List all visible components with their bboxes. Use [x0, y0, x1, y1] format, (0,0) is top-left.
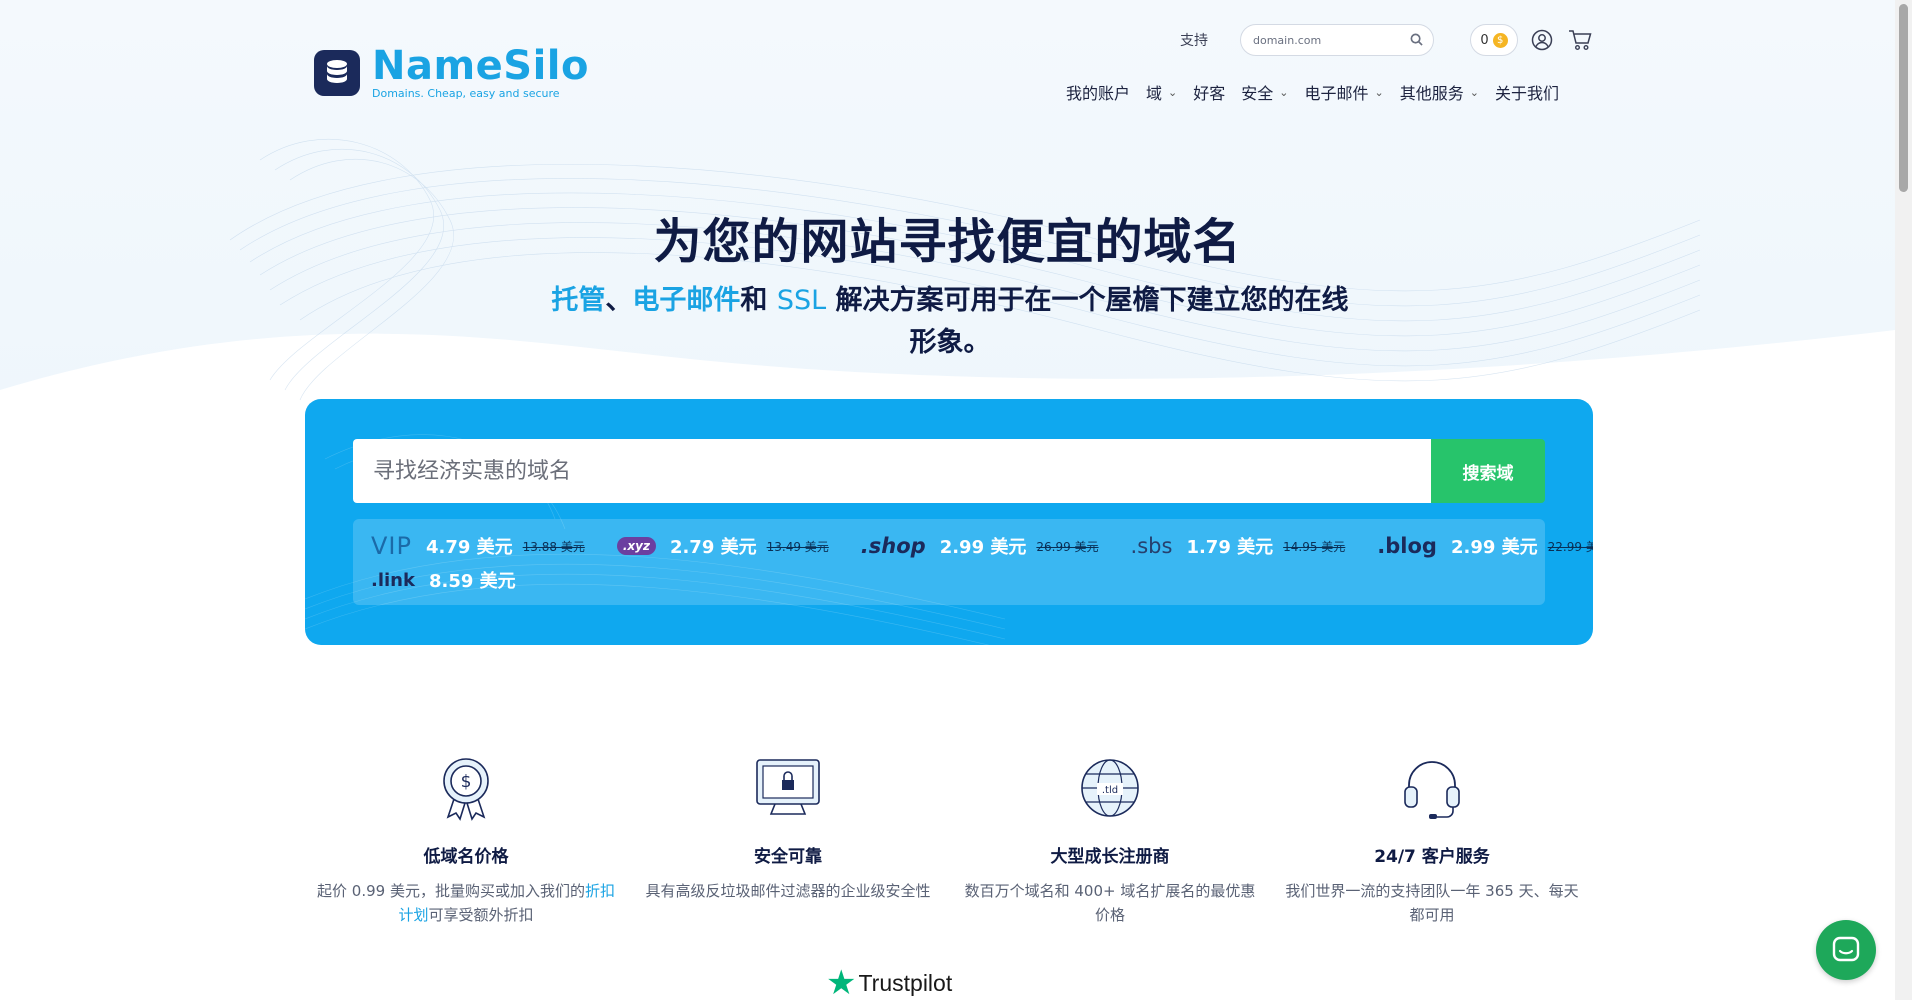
feature-list: $ 低域名价格 起价 0.99 美元，批量购买或加入我们的折扣计划可享受额外折扣… — [305, 752, 1593, 927]
nav-my-account[interactable]: 我的账户 — [1066, 80, 1130, 104]
blog-logo-icon: .blog — [1377, 534, 1437, 558]
chevron-down-icon: ⌄ — [1469, 85, 1479, 99]
svg-text:$: $ — [461, 772, 472, 792]
nav-other-services[interactable]: 其他服务 ⌄ — [1400, 80, 1479, 104]
tld-old-price: 14.95 美元 — [1283, 539, 1346, 554]
header-search-input[interactable] — [1253, 33, 1403, 47]
nav-domains[interactable]: 域 ⌄ — [1146, 80, 1177, 104]
domain-search-bar: 搜索域 — [353, 439, 1545, 503]
account-credit[interactable]: 0 $ — [1470, 24, 1518, 56]
feature-support: 24/7 客户服务 我们世界一流的支持团队一年 365 天、每天都可用 — [1271, 752, 1593, 927]
tld-old-price: 13.49 美元 — [766, 539, 829, 554]
feature-security: 安全可靠 具有高级反垃圾邮件过滤器的企业级安全性 — [627, 752, 949, 927]
email-link[interactable]: 电子邮件 — [632, 285, 740, 316]
trustpilot-logo[interactable]: ★ Trustpilot — [826, 966, 952, 1000]
tld-price: 4.79 美元 — [425, 537, 513, 558]
tld-price: 2.79 美元 — [669, 537, 757, 558]
main-nav: 我的账户 域 ⌄ 好客 安全 ⌄ 电子邮件 ⌄ 其他服务 ⌄ 关于我们 — [1066, 80, 1559, 104]
tld-link[interactable]: .link 8.59 美元 — [371, 567, 526, 593]
tld-old-price: 22.99 美元 — [1547, 539, 1593, 554]
feature-desc: 具有高级反垃圾邮件过滤器的企业级安全性 — [645, 882, 931, 900]
feature-registrar: .tld 大型成长注册商 数百万个域名和 400+ 域名扩展名的最优惠价格 — [949, 752, 1271, 927]
credit-balance: 0 — [1480, 32, 1489, 48]
tld-shop[interactable]: .shop 2.99 美元 26.99 美元 — [861, 533, 1099, 559]
logo-database-icon — [314, 50, 360, 96]
tld-xyz[interactable]: .xyz 2.79 美元 13.49 美元 — [616, 533, 829, 559]
hosting-link[interactable]: 托管 — [551, 285, 605, 316]
utility-bar: 支持 0 $ — [1180, 24, 1594, 56]
sbs-logo-icon: .sbs — [1130, 534, 1173, 558]
search-domain-button[interactable]: 搜索域 — [1431, 439, 1545, 503]
chevron-down-icon: ⌄ — [1168, 85, 1178, 99]
logo-tagline: Domains. Cheap, easy and secure — [372, 87, 560, 100]
header-search — [1240, 24, 1434, 56]
secure-lock-icon — [752, 752, 824, 824]
hero-subtitle: 托管、电子邮件和 SSL 解决方案可用于在一个屋檐下建立您的在线形象。 — [551, 285, 1349, 358]
hero-title: 为您的网站寻找便宜的域名 — [653, 214, 1242, 270]
globe-tld-icon: .tld — [1074, 752, 1146, 824]
tld-price: 2.99 美元 — [1450, 537, 1538, 558]
nav-security[interactable]: 安全 ⌄ — [1241, 80, 1288, 104]
scrollbar-thumb[interactable] — [1899, 4, 1908, 192]
chevron-down-icon: ⌄ — [1279, 85, 1289, 99]
headset-icon — [1396, 752, 1468, 824]
cart-icon[interactable] — [1566, 26, 1594, 54]
tld-old-price: 26.99 美元 — [1036, 539, 1099, 554]
chat-widget-button[interactable] — [1816, 920, 1876, 980]
tld-price: 8.59 美元 — [428, 571, 516, 592]
link-logo-icon: .link — [371, 569, 415, 591]
ssl-link[interactable]: SSL — [777, 285, 826, 316]
coin-icon: $ — [1492, 32, 1508, 48]
nav-email[interactable]: 电子邮件 ⌄ — [1305, 80, 1384, 104]
brand-logo[interactable]: NameSilo Domains. Cheap, easy and secure — [314, 46, 589, 100]
tld-price-list: VIP 4.79 美元 13.88 美元 .xyz 2.79 美元 13.49 … — [353, 519, 1593, 605]
feature-title: 低域名价格 — [423, 847, 509, 867]
tld-sbs[interactable]: .sbs 1.79 美元 14.95 美元 — [1131, 533, 1346, 559]
search-icon[interactable] — [1410, 31, 1423, 50]
feature-title: 安全可靠 — [754, 847, 822, 867]
domain-search-input[interactable] — [353, 439, 1431, 503]
domain-search-panel: 搜索域 VIP 4.79 美元 13.88 美元 .xyz 2.79 美元 13… — [305, 399, 1593, 645]
price-badge-icon: $ — [430, 752, 502, 824]
feature-title: 24/7 客户服务 — [1374, 847, 1490, 867]
vip-logo-icon: VIP — [371, 532, 412, 560]
tld-blog[interactable]: .blog 2.99 美元 22.99 美元 — [1377, 533, 1593, 559]
chat-icon — [1832, 936, 1860, 962]
logo-name: NameSilo — [372, 43, 589, 89]
feature-desc: 我们世界一流的支持团队一年 365 天、每天都可用 — [1285, 882, 1579, 924]
trustpilot-star-icon: ★ — [826, 963, 857, 1000]
tld-vip[interactable]: VIP 4.79 美元 13.88 美元 — [371, 532, 585, 560]
tld-price: 1.79 美元 — [1186, 537, 1274, 558]
xyz-logo-icon: .xyz — [616, 537, 656, 555]
hero-background — [0, 0, 1895, 760]
feature-low-price: $ 低域名价格 起价 0.99 美元，批量购买或加入我们的折扣计划可享受额外折扣 — [305, 752, 627, 927]
feature-title: 大型成长注册商 — [1050, 847, 1170, 867]
tld-price: 2.99 美元 — [939, 537, 1027, 558]
svg-text:.tld: .tld — [1102, 785, 1118, 796]
user-icon[interactable] — [1528, 26, 1556, 54]
chevron-down-icon: ⌄ — [1374, 85, 1384, 99]
shop-logo-icon: .shop — [860, 534, 926, 558]
page-scrollbar[interactable] — [1895, 0, 1912, 1000]
support-link[interactable]: 支持 — [1180, 30, 1208, 50]
feature-desc: 数百万个域名和 400+ 域名扩展名的最优惠价格 — [964, 882, 1256, 924]
trustpilot-label: Trustpilot — [858, 969, 953, 996]
nav-about-us[interactable]: 关于我们 — [1495, 80, 1559, 104]
feature-desc: 起价 0.99 美元，批量购买或加入我们的折扣计划可享受额外折扣 — [317, 882, 615, 924]
nav-hosting[interactable]: 好客 — [1193, 80, 1225, 104]
tld-old-price: 13.88 美元 — [522, 539, 585, 554]
